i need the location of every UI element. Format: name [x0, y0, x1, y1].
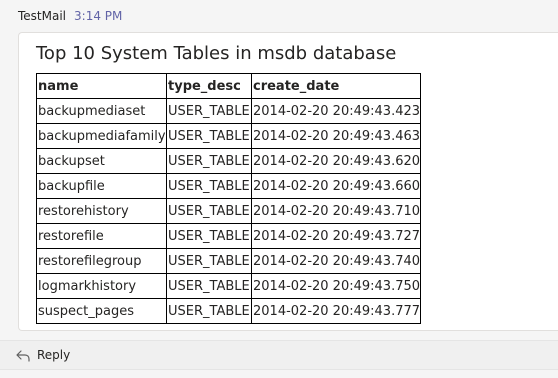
table-row: backupmediaset USER_TABLE 2014-02-20 20:…: [36, 98, 422, 124]
table-header-row: name type_desc create_date: [36, 73, 422, 99]
card-title: Top 10 System Tables in msdb database: [36, 43, 397, 64]
cell-type-desc: USER_TABLE: [166, 98, 252, 124]
message-header: TestMail 3:14 PM: [18, 9, 122, 23]
cell-name: logmarkhistory: [36, 273, 167, 299]
reply-icon: [15, 348, 31, 362]
cell-type-desc: USER_TABLE: [166, 173, 252, 199]
table-row: backupset USER_TABLE 2014-02-20 20:49:43…: [36, 148, 422, 174]
cell-name: restorefile: [36, 223, 167, 249]
sender-name[interactable]: TestMail: [18, 9, 66, 23]
column-header-create-date: create_date: [250, 73, 422, 99]
message-timestamp: 3:14 PM: [74, 9, 123, 23]
reply-button[interactable]: Reply: [0, 340, 558, 370]
table-row: restorehistory USER_TABLE 2014-02-20 20:…: [36, 198, 422, 224]
cell-type-desc: USER_TABLE: [166, 223, 252, 249]
cell-type-desc: USER_TABLE: [166, 248, 252, 274]
cell-type-desc: USER_TABLE: [166, 298, 252, 324]
table-row: suspect_pages USER_TABLE 2014-02-20 20:4…: [36, 298, 422, 324]
table-row: backupfile USER_TABLE 2014-02-20 20:49:4…: [36, 173, 422, 199]
table-row: restorefilegroup USER_TABLE 2014-02-20 2…: [36, 248, 422, 274]
cell-type-desc: USER_TABLE: [166, 123, 252, 149]
cell-name: restorehistory: [36, 198, 167, 224]
cell-type-desc: USER_TABLE: [166, 273, 252, 299]
message-card: Top 10 System Tables in msdb database na…: [18, 32, 558, 331]
cell-create-date: 2014-02-20 20:49:43.727: [250, 223, 422, 249]
cell-create-date: 2014-02-20 20:49:43.710: [250, 198, 422, 224]
cell-name: backupset: [36, 148, 167, 174]
reply-label: Reply: [37, 348, 71, 362]
cell-name: restorefilegroup: [36, 248, 167, 274]
cell-create-date: 2014-02-20 20:49:43.740: [250, 248, 422, 274]
table-row: restorefile USER_TABLE 2014-02-20 20:49:…: [36, 223, 422, 249]
cell-create-date: 2014-02-20 20:49:43.463: [250, 123, 422, 149]
column-header-type-desc: type_desc: [166, 73, 252, 99]
cell-create-date: 2014-02-20 20:49:43.777: [250, 298, 422, 324]
cell-name: suspect_pages: [36, 298, 167, 324]
table-row: logmarkhistory USER_TABLE 2014-02-20 20:…: [36, 273, 422, 299]
cell-type-desc: USER_TABLE: [166, 148, 252, 174]
cell-create-date: 2014-02-20 20:49:43.660: [250, 173, 422, 199]
cell-create-date: 2014-02-20 20:49:43.750: [250, 273, 422, 299]
cell-name: backupfile: [36, 173, 167, 199]
cell-type-desc: USER_TABLE: [166, 198, 252, 224]
system-tables-table: name type_desc create_date backupmediase…: [36, 73, 422, 324]
cell-create-date: 2014-02-20 20:49:43.423: [250, 98, 422, 124]
chat-message-view: TestMail 3:14 PM Top 10 System Tables in…: [0, 0, 558, 378]
cell-create-date: 2014-02-20 20:49:43.620: [250, 148, 422, 174]
cell-name: backupmediafamily: [36, 123, 167, 149]
column-header-name: name: [36, 73, 167, 99]
table-row: backupmediafamily USER_TABLE 2014-02-20 …: [36, 123, 422, 149]
cell-name: backupmediaset: [36, 98, 167, 124]
